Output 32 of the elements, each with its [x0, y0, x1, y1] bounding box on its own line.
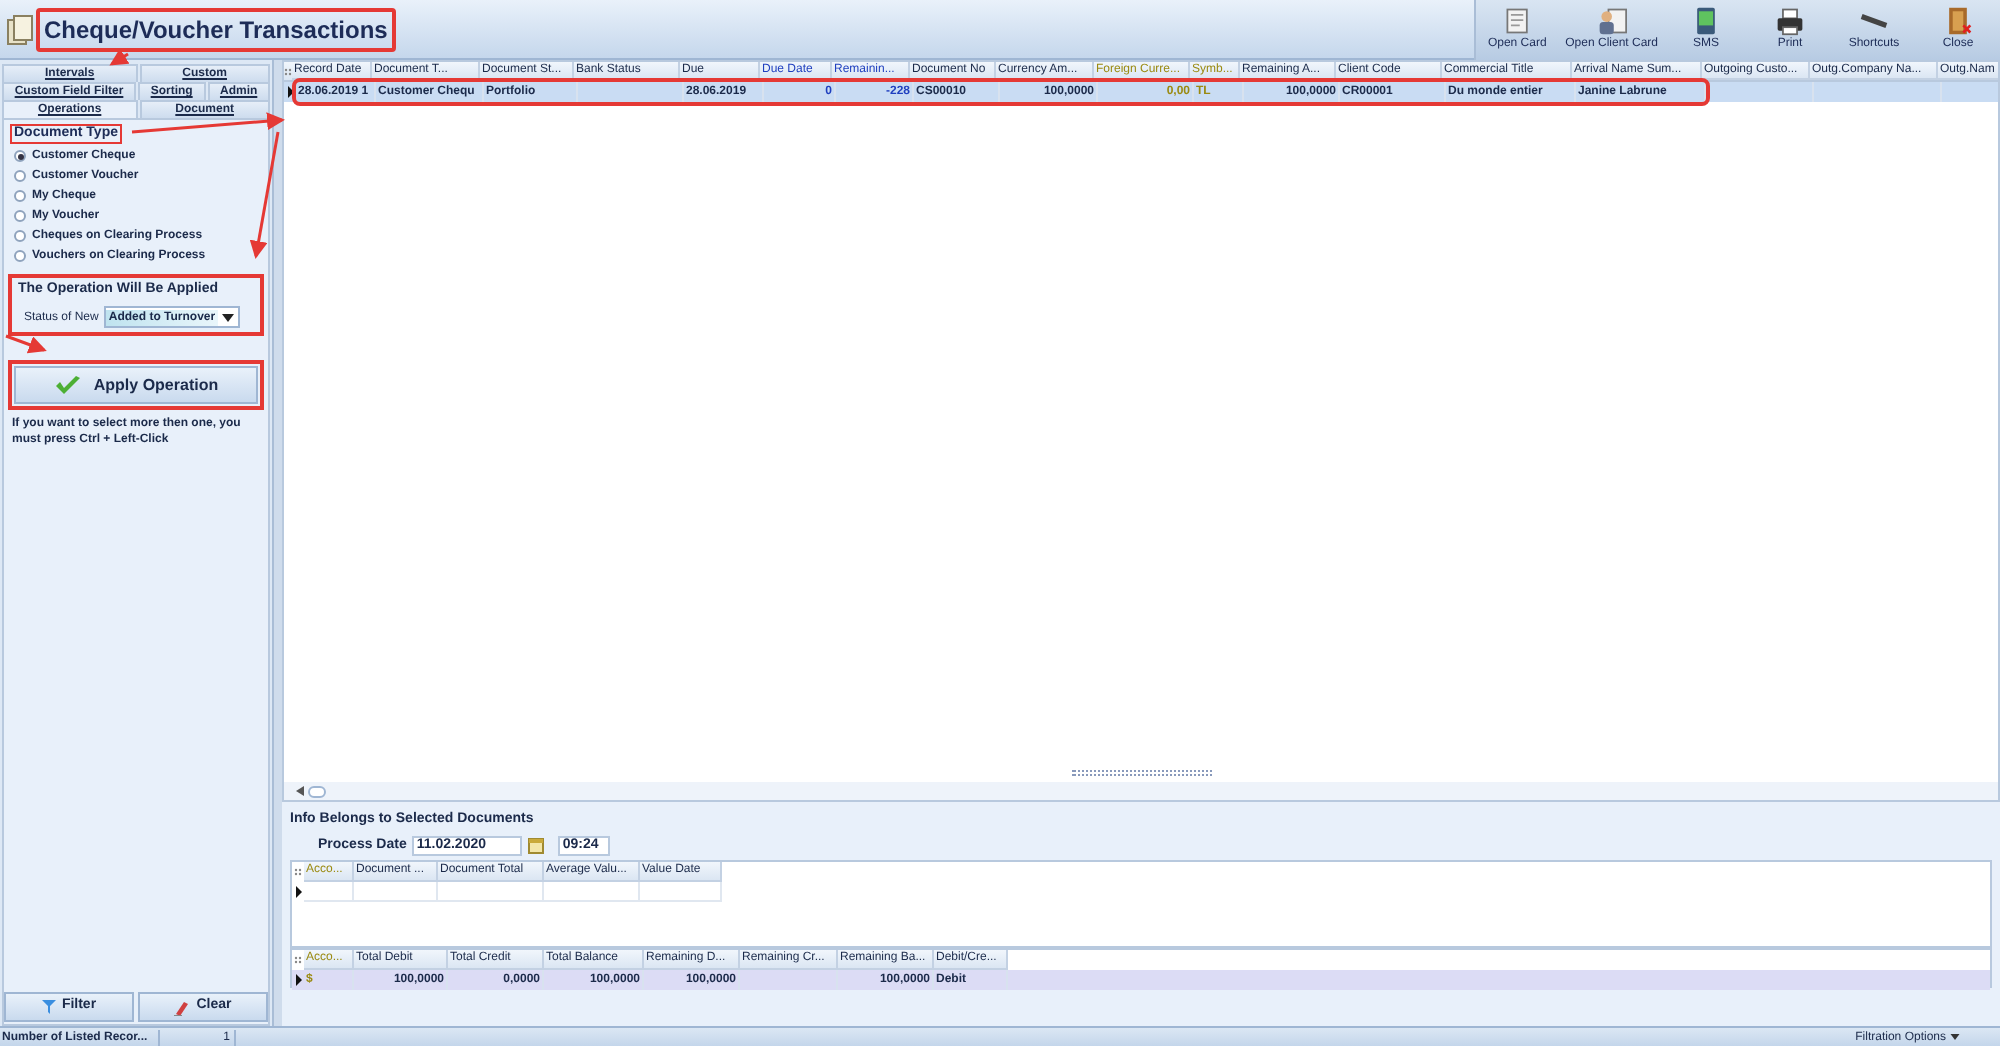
radio-button[interactable]	[14, 190, 26, 202]
documents-icon	[6, 13, 34, 45]
checkmark-icon	[53, 375, 82, 395]
apply-button[interactable]: Apply Operation	[14, 366, 258, 404]
radio-button[interactable]	[14, 150, 26, 162]
table-cell	[640, 882, 722, 902]
radio-button[interactable]	[14, 250, 26, 262]
row-pointer-icon	[295, 974, 301, 986]
table-cell	[544, 882, 640, 902]
radio-button[interactable]	[14, 230, 26, 242]
filter-icon	[41, 1000, 56, 1014]
document-icon	[1501, 6, 1534, 36]
table-cell	[354, 882, 438, 902]
table-cell	[438, 882, 544, 902]
scroll-left-icon[interactable]	[296, 786, 304, 796]
caret-icon	[221, 313, 234, 321]
row-pointer-icon	[295, 886, 301, 898]
person-card-icon	[1595, 6, 1628, 36]
caret-icon	[1950, 1034, 1960, 1040]
calendar-icon[interactable]	[528, 836, 545, 855]
grip-icon	[294, 868, 302, 876]
window-title: Cheque/Voucher Transactions	[44, 15, 388, 43]
grip-icon	[284, 67, 292, 75]
row-pointer-icon	[287, 86, 293, 98]
radio-button[interactable]	[14, 170, 26, 182]
grip-icon	[294, 956, 302, 964]
eraser-icon	[174, 999, 191, 1015]
radio-button[interactable]	[14, 210, 26, 222]
printer-icon	[1774, 6, 1806, 36]
scrollbar-thumb[interactable]	[308, 785, 326, 797]
scroll-indicator[interactable]	[1071, 769, 1211, 775]
table-cell	[304, 882, 354, 902]
